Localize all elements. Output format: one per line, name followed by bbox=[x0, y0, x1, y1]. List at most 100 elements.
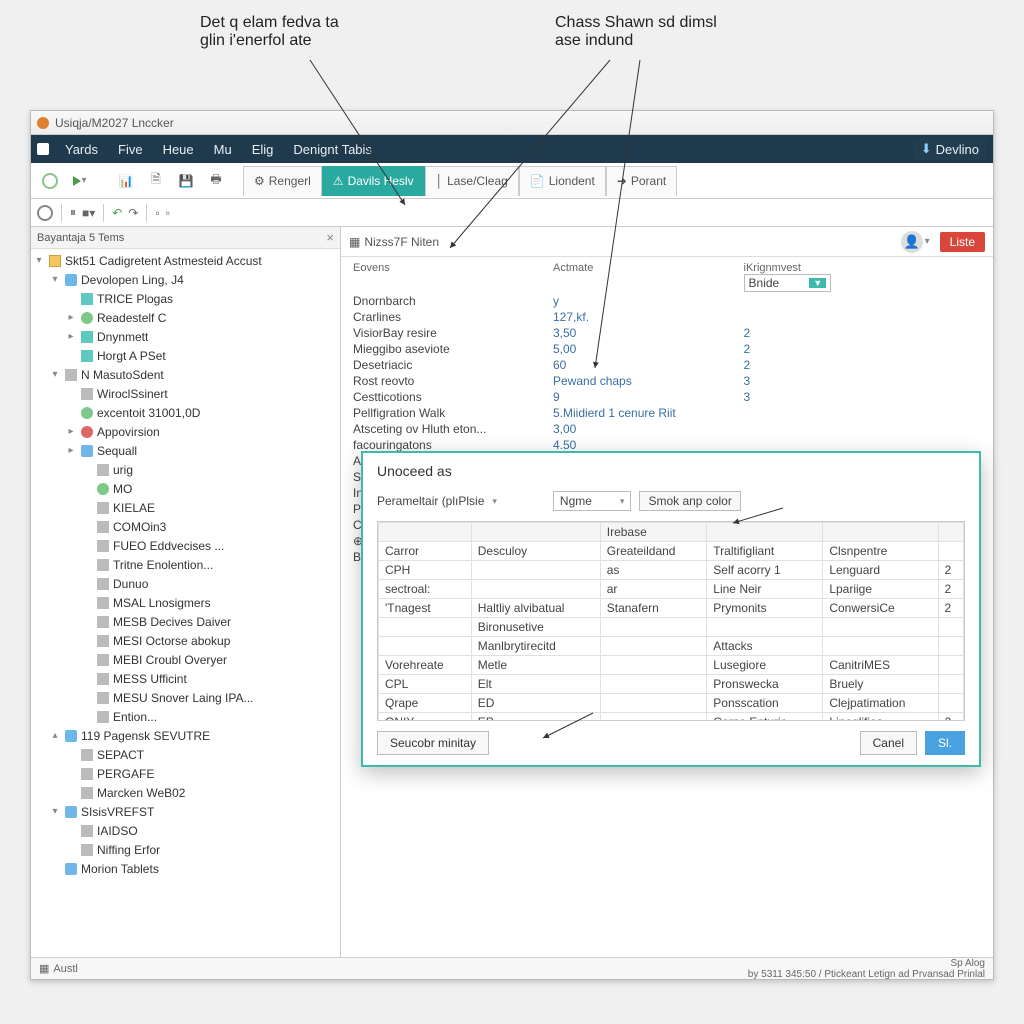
menu-item-5[interactable]: Denignt Tabis bbox=[283, 142, 382, 157]
tab-0[interactable]: ⚙Rengerl bbox=[243, 166, 322, 196]
dlg-col-header[interactable] bbox=[471, 523, 600, 542]
refresh-icon[interactable] bbox=[37, 205, 53, 221]
tree-node[interactable]: MEBI Croubl Overyer bbox=[31, 650, 340, 669]
avatar-caret-icon[interactable]: ▾ bbox=[925, 236, 930, 247]
table-row[interactable]: Pellfigration Walk5.Miidierd 1 cenure Ri… bbox=[349, 405, 985, 421]
tree-node[interactable]: PERGAFE bbox=[31, 764, 340, 783]
tree-node[interactable]: ▴119 Pagensk SEVUTRE bbox=[31, 726, 340, 745]
table-row[interactable]: CarrorDesculoyGreateildandTraltifigliant… bbox=[379, 542, 964, 561]
tree-node[interactable]: Tritne Enolention... bbox=[31, 555, 340, 574]
tree-node[interactable]: Dunuo bbox=[31, 574, 340, 593]
table-row[interactable]: Cestticotions93 bbox=[349, 389, 985, 405]
tree-node[interactable]: excentoit 31001,0D bbox=[31, 403, 340, 422]
dlg-col-header[interactable] bbox=[938, 523, 964, 542]
stop-icon[interactable]: ■▾ bbox=[82, 206, 95, 220]
menu-item-3[interactable]: Mu bbox=[204, 142, 242, 157]
tree-node[interactable]: MSAL Lnosigmers bbox=[31, 593, 340, 612]
tree-node[interactable]: ▾Devolopen Ling, J4 bbox=[31, 270, 340, 289]
tree-node[interactable]: Morion Tablets bbox=[31, 859, 340, 878]
tab-3[interactable]: 📄Liondent bbox=[519, 166, 606, 196]
disclosure-icon[interactable]: ▾ bbox=[49, 369, 61, 380]
dialog-table[interactable]: IrebaseCarrorDesculoyGreateildandTraltif… bbox=[378, 522, 964, 721]
cancel-button[interactable]: Canel bbox=[860, 731, 917, 755]
table-row[interactable]: Atsceting ov Hluth eton...3,00 bbox=[349, 421, 985, 437]
disclosure-icon[interactable]: ▾ bbox=[33, 255, 45, 266]
tree-node[interactable]: Niffing Erfor bbox=[31, 840, 340, 859]
dlg-col-header[interactable]: Irebase bbox=[600, 523, 707, 542]
menu-item-2[interactable]: Heue bbox=[153, 142, 204, 157]
tree-node[interactable]: IAIDSO bbox=[31, 821, 340, 840]
tree-node[interactable]: urig bbox=[31, 460, 340, 479]
dlg-col-header[interactable] bbox=[379, 523, 472, 542]
menu-item-1[interactable]: Five bbox=[108, 142, 153, 157]
undo-icon[interactable]: ↶ bbox=[112, 206, 122, 220]
tree-node[interactable]: KIELAE bbox=[31, 498, 340, 517]
krigmvest-select[interactable]: Bnide▼ bbox=[744, 274, 832, 292]
dlg-col-header[interactable] bbox=[707, 523, 823, 542]
table-row[interactable]: CPHasSelf acorry 1Lenguard2 bbox=[379, 561, 964, 580]
table-row[interactable]: CPLEltPronsweckaBruely bbox=[379, 675, 964, 694]
smok-color-button[interactable]: Smok anp color bbox=[639, 491, 740, 511]
table-row[interactable]: sectroal:arLine NeirLpariige2 bbox=[379, 580, 964, 599]
table-row[interactable]: VisiorBay resire3,502 bbox=[349, 325, 985, 341]
menu-item-0[interactable]: Yards bbox=[55, 142, 108, 157]
table-row[interactable]: Dnornbarchy bbox=[349, 293, 985, 309]
save-button[interactable]: 💾 bbox=[173, 168, 199, 194]
disclosure-icon[interactable]: ▸ bbox=[65, 426, 77, 437]
tree-node[interactable]: FUEO Eddvecises ... bbox=[31, 536, 340, 555]
tree-node[interactable]: ▾SIsisVREFST bbox=[31, 802, 340, 821]
tree-node[interactable]: ▾Skt51 Cadigretent Astmesteid Accust bbox=[31, 251, 340, 270]
tree-node[interactable]: MO bbox=[31, 479, 340, 498]
table-row[interactable]: 'TnagestHaltliy alvibatualStanafernPrymo… bbox=[379, 599, 964, 618]
disclosure-icon[interactable]: ▴ bbox=[49, 730, 61, 741]
tool-icon[interactable]: ▫ bbox=[155, 206, 159, 220]
close-icon[interactable]: × bbox=[326, 230, 334, 245]
tree-node[interactable]: SEPACT bbox=[31, 745, 340, 764]
tab-4[interactable]: ➜Porant bbox=[606, 166, 677, 196]
chart-button[interactable]: 📊 bbox=[113, 168, 139, 194]
doc-button[interactable]: 🗎 bbox=[143, 168, 169, 194]
tab-2[interactable]: │Lase/Cleag bbox=[425, 166, 519, 196]
name-select[interactable]: Ngme ▾ bbox=[553, 491, 632, 511]
tree-node[interactable]: ▸Readestelf C bbox=[31, 308, 340, 327]
table-row[interactable]: Rost reovtoPewand chaps3 bbox=[349, 373, 985, 389]
tree-node[interactable]: ▸Appovirsion bbox=[31, 422, 340, 441]
tree-node[interactable]: MESB Decives Daiver bbox=[31, 612, 340, 631]
ok-button[interactable]: Sl. bbox=[925, 731, 965, 755]
dlg-col-header[interactable] bbox=[823, 523, 938, 542]
play-button[interactable]: ▾ bbox=[67, 168, 93, 194]
right-menu-button[interactable]: ⬇ Devlino bbox=[913, 138, 987, 160]
table-row[interactable]: ONIYEPCerne Enturic.Linoglifies2 bbox=[379, 713, 964, 722]
tree-node[interactable]: ▸Dnynmett bbox=[31, 327, 340, 346]
print-button[interactable]: 🖶 bbox=[203, 168, 229, 194]
tab-1[interactable]: ⚠Davils Heslv bbox=[322, 166, 425, 196]
tree-node[interactable]: MESU Snover Laing IPA... bbox=[31, 688, 340, 707]
menu-item-4[interactable]: Elig bbox=[242, 142, 284, 157]
tree-node[interactable]: ▾N MasutoSdent bbox=[31, 365, 340, 384]
tree-node[interactable]: Horgt A PSet bbox=[31, 346, 340, 365]
tree-node[interactable]: MESS Ufficint bbox=[31, 669, 340, 688]
tree-node[interactable]: WiroclSsinert bbox=[31, 384, 340, 403]
tree-view[interactable]: ▾Skt51 Cadigretent Astmesteid Accust▾Dev… bbox=[31, 249, 340, 957]
tree-node[interactable]: TRICE Plogas bbox=[31, 289, 340, 308]
disclosure-icon[interactable]: ▸ bbox=[65, 445, 77, 456]
tool2-icon[interactable]: ▫ bbox=[166, 206, 170, 220]
pause-icon[interactable]: ⏸ bbox=[70, 205, 76, 220]
disclosure-icon[interactable]: ▾ bbox=[49, 806, 61, 817]
tree-node[interactable]: Marcken WeB02 bbox=[31, 783, 340, 802]
table-row[interactable]: ManlbrytirecitdAttacks bbox=[379, 637, 964, 656]
redo-icon[interactable]: ↷ bbox=[128, 206, 138, 220]
disclosure-icon[interactable]: ▸ bbox=[65, 331, 77, 342]
list-button[interactable]: Liste bbox=[940, 232, 985, 252]
table-row[interactable]: Crarlines127,kf. bbox=[349, 309, 985, 325]
secondary-button[interactable]: Seucobr minitay bbox=[377, 731, 489, 755]
tree-node[interactable]: Ention... bbox=[31, 707, 340, 726]
tree-node[interactable]: MESI Octorse abokup bbox=[31, 631, 340, 650]
table-row[interactable]: VorehreateMetleLusegioreCanitriMES bbox=[379, 656, 964, 675]
table-row[interactable]: QrapeEDPonsscationClejpatimation bbox=[379, 694, 964, 713]
table-row[interactable]: Mieggibo aseviote5,002 bbox=[349, 341, 985, 357]
table-row[interactable]: Bironusetive bbox=[379, 618, 964, 637]
tree-node[interactable]: COMOin3 bbox=[31, 517, 340, 536]
table-row[interactable]: Desetriacic602 bbox=[349, 357, 985, 373]
disclosure-icon[interactable]: ▸ bbox=[65, 312, 77, 323]
